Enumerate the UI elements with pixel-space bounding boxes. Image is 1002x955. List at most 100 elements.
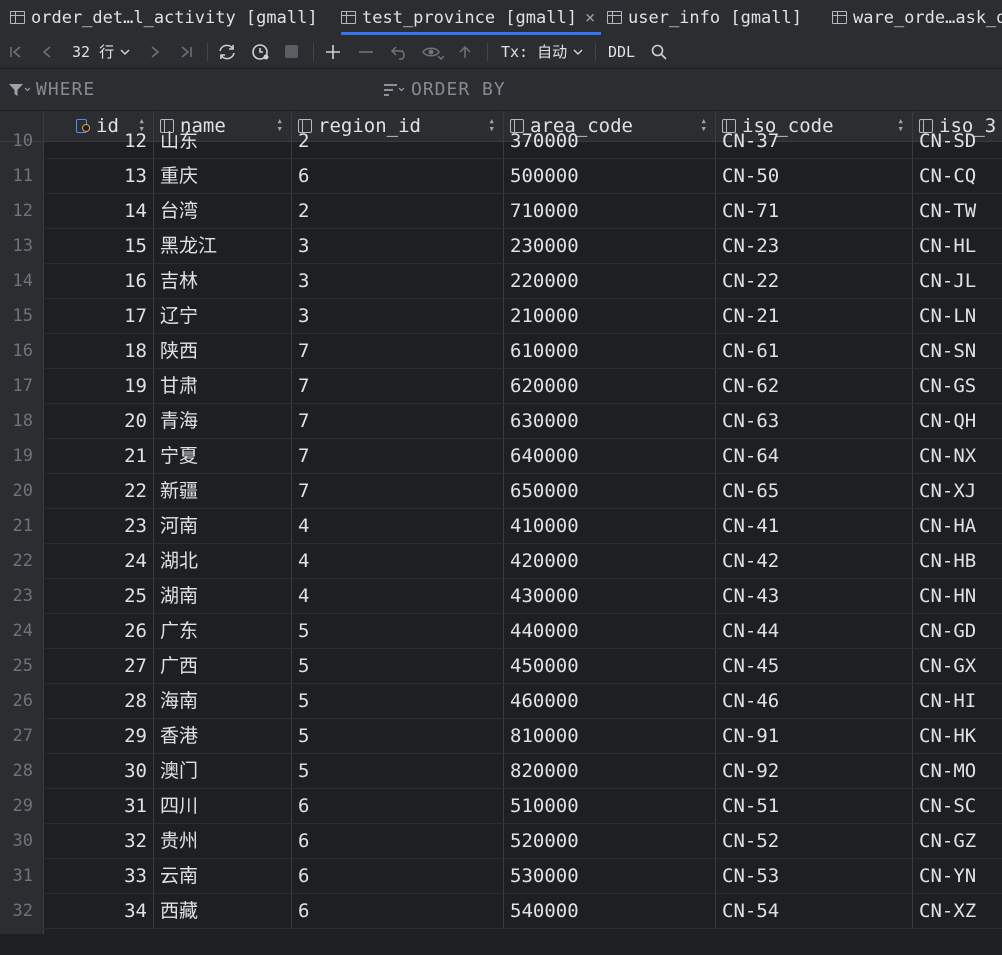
cell-iso-3[interactable]: CN-HK <box>913 719 1002 753</box>
table-row[interactable]: 11 13 重庆 6 500000 CN-50 CN-CQ <box>0 159 1002 194</box>
preview-changes-icon[interactable] <box>422 35 444 68</box>
row-number[interactable]: 32 <box>0 894 43 929</box>
cell-name[interactable]: 湖南 <box>154 579 292 613</box>
cell-region-id[interactable]: 7 <box>292 334 504 368</box>
cell-id[interactable]: 26 <box>44 614 154 648</box>
cell-iso-code[interactable]: CN-54 <box>716 894 913 928</box>
cell-iso-3[interactable]: CN-SN <box>913 334 1002 368</box>
first-page-icon[interactable] <box>9 35 23 68</box>
cell-name[interactable]: 西藏 <box>154 894 292 928</box>
cell-iso-code[interactable]: CN-92 <box>716 754 913 788</box>
close-icon[interactable]: × <box>585 8 595 28</box>
cell-region-id[interactable]: 2 <box>292 194 504 228</box>
table-row[interactable]: 32 34 西藏 6 540000 CN-54 CN-XZ <box>0 894 1002 929</box>
cell-area-code[interactable]: 450000 <box>504 649 716 683</box>
cell-area-code[interactable]: 440000 <box>504 614 716 648</box>
cell-iso-code[interactable]: CN-43 <box>716 579 913 613</box>
cell-iso-code[interactable]: CN-41 <box>716 509 913 543</box>
cell-name[interactable]: 陕西 <box>154 334 292 368</box>
cell-area-code[interactable]: 510000 <box>504 789 716 823</box>
cell-name[interactable]: 澳门 <box>154 754 292 788</box>
cell-iso-3[interactable]: CN-HN <box>913 579 1002 613</box>
history-clock-icon[interactable] <box>251 35 271 68</box>
cell-region-id[interactable]: 4 <box>292 579 504 613</box>
row-number[interactable]: 27 <box>0 719 43 754</box>
cell-area-code[interactable]: 500000 <box>504 159 716 193</box>
cell-iso-3[interactable]: CN-GZ <box>913 824 1002 858</box>
cell-region-id[interactable]: 7 <box>292 404 504 438</box>
table-row[interactable]: 24 26 广东 5 440000 CN-44 CN-GD <box>0 614 1002 649</box>
cell-name[interactable]: 湖北 <box>154 544 292 578</box>
cell-area-code[interactable]: 370000 <box>504 124 716 158</box>
cell-iso-3[interactable]: CN-QH <box>913 404 1002 438</box>
cell-region-id[interactable]: 6 <box>292 824 504 858</box>
table-row[interactable]: 23 25 湖南 4 430000 CN-43 CN-HN <box>0 579 1002 614</box>
next-page-icon[interactable] <box>148 35 162 68</box>
cell-id[interactable]: 16 <box>44 264 154 298</box>
cell-iso-code[interactable]: CN-71 <box>716 194 913 228</box>
row-number[interactable]: 16 <box>0 334 43 369</box>
cell-iso-code[interactable]: CN-51 <box>716 789 913 823</box>
cell-iso-3[interactable]: CN-LN <box>913 299 1002 333</box>
row-number[interactable]: 26 <box>0 684 43 719</box>
row-number[interactable]: 21 <box>0 509 43 544</box>
cell-iso-code[interactable]: CN-21 <box>716 299 913 333</box>
cell-iso-3[interactable]: CN-HA <box>913 509 1002 543</box>
table-row[interactable]: 22 24 湖北 4 420000 CN-42 CN-HB <box>0 544 1002 579</box>
cell-iso-3[interactable]: CN-MO <box>913 754 1002 788</box>
cell-region-id[interactable]: 7 <box>292 439 504 473</box>
table-row[interactable]: 12 14 台湾 2 710000 CN-71 CN-TW <box>0 194 1002 229</box>
cell-iso-code[interactable]: CN-65 <box>716 474 913 508</box>
cell-region-id[interactable]: 7 <box>292 369 504 403</box>
cell-iso-3[interactable]: CN-HL <box>913 229 1002 263</box>
row-number[interactable]: 25 <box>0 649 43 684</box>
cell-region-id[interactable]: 5 <box>292 684 504 718</box>
cell-id[interactable]: 22 <box>44 474 154 508</box>
table-row[interactable]: 19 21 宁夏 7 640000 CN-64 CN-NX <box>0 439 1002 474</box>
cell-iso-3[interactable]: CN-SD <box>913 124 1002 158</box>
table-row[interactable]: 25 27 广西 5 450000 CN-45 CN-GX <box>0 649 1002 684</box>
row-number[interactable]: 30 <box>0 824 43 859</box>
table-row[interactable]: 21 23 河南 4 410000 CN-41 CN-HA <box>0 509 1002 544</box>
cell-name[interactable]: 河南 <box>154 509 292 543</box>
cell-name[interactable]: 辽宁 <box>154 299 292 333</box>
cell-iso-code[interactable]: CN-63 <box>716 404 913 438</box>
cell-iso-code[interactable]: CN-23 <box>716 229 913 263</box>
row-number[interactable]: 23 <box>0 579 43 614</box>
cell-iso-code[interactable]: CN-53 <box>716 859 913 893</box>
row-number[interactable]: 22 <box>0 544 43 579</box>
cell-id[interactable]: 29 <box>44 719 154 753</box>
row-number[interactable]: 24 <box>0 614 43 649</box>
transaction-mode-dropdown[interactable]: Tx: 自动 <box>501 35 584 68</box>
cell-name[interactable]: 香港 <box>154 719 292 753</box>
table-row[interactable]: 14 16 吉林 3 220000 CN-22 CN-JL <box>0 264 1002 299</box>
cell-name[interactable]: 吉林 <box>154 264 292 298</box>
table-row[interactable]: 30 32 贵州 6 520000 CN-52 CN-GZ <box>0 824 1002 859</box>
cell-region-id[interactable]: 7 <box>292 474 504 508</box>
table-row[interactable]: 27 29 香港 5 810000 CN-91 CN-HK <box>0 719 1002 754</box>
cell-area-code[interactable]: 520000 <box>504 824 716 858</box>
cell-region-id[interactable]: 6 <box>292 859 504 893</box>
cell-name[interactable]: 山东 <box>154 124 292 158</box>
table-row[interactable]: 29 31 四川 6 510000 CN-51 CN-SC <box>0 789 1002 824</box>
cell-name[interactable]: 黑龙江 <box>154 229 292 263</box>
cell-id[interactable]: 23 <box>44 509 154 543</box>
cell-region-id[interactable]: 4 <box>292 509 504 543</box>
table-row[interactable]: 26 28 海南 5 460000 CN-46 CN-HI <box>0 684 1002 719</box>
previous-page-icon[interactable] <box>40 35 54 68</box>
cell-region-id[interactable]: 3 <box>292 229 504 263</box>
cell-id[interactable]: 17 <box>44 299 154 333</box>
cell-iso-3[interactable]: CN-JL <box>913 264 1002 298</box>
cell-area-code[interactable]: 710000 <box>504 194 716 228</box>
cell-iso-code[interactable]: CN-45 <box>716 649 913 683</box>
cell-id[interactable]: 21 <box>44 439 154 473</box>
table-row[interactable]: 10 12 山东 2 370000 CN-37 CN-SD <box>0 124 1002 159</box>
cell-id[interactable]: 32 <box>44 824 154 858</box>
table-row[interactable]: 31 33 云南 6 530000 CN-53 CN-YN <box>0 859 1002 894</box>
row-count-dropdown[interactable]: 32 行 <box>72 35 131 68</box>
cell-area-code[interactable]: 220000 <box>504 264 716 298</box>
cell-area-code[interactable]: 650000 <box>504 474 716 508</box>
row-number[interactable]: 17 <box>0 369 43 404</box>
cell-iso-3[interactable]: CN-NX <box>913 439 1002 473</box>
row-number[interactable]: 11 <box>0 159 43 194</box>
